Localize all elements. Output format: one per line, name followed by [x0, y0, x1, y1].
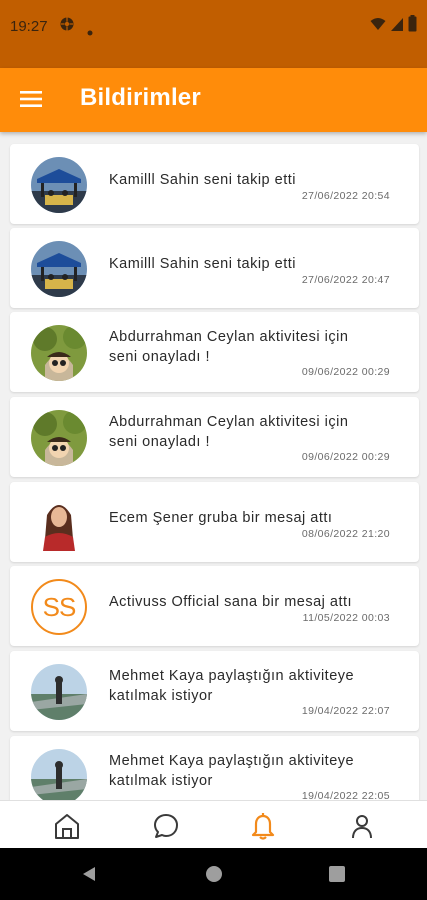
status-bar: 19:27	[0, 0, 427, 68]
avatar	[31, 749, 87, 800]
notification-text: Activuss Official sana bir mesaj attı	[109, 594, 353, 610]
avatar-logo-text: SS	[42, 591, 77, 622]
notification-item[interactable]: Kamilll Sahin seni takip etti 27/06/2022…	[10, 144, 419, 224]
notification-time: 27/06/2022 20:47	[301, 274, 390, 286]
avatar	[31, 410, 87, 466]
notification-item[interactable]: Mehmet Kaya paylaştığın aktiviteye katıl…	[10, 736, 419, 800]
bell-icon[interactable]	[248, 811, 278, 841]
notification-time: 09/06/2022 00:29	[301, 366, 390, 378]
status-time: 19:27	[10, 18, 48, 35]
battery-icon	[408, 15, 417, 37]
notification-time: 11/05/2022 00:03	[302, 612, 390, 624]
home-button-icon[interactable]	[205, 865, 223, 888]
profile-icon[interactable]	[347, 811, 377, 841]
home-icon[interactable]	[52, 811, 82, 841]
notification-item[interactable]: Abdurrahman Ceylan aktivitesi için seni …	[10, 397, 419, 477]
notification-text: Kamilll Sahin seni takip etti	[109, 256, 296, 272]
notification-text: Abdurrahman Ceylan aktivitesi için seni …	[109, 329, 349, 365]
notification-time: 19/04/2022 22:05	[301, 790, 390, 800]
notification-text: Abdurrahman Ceylan aktivitesi için seni …	[109, 414, 349, 450]
notification-item[interactable]: Mehmet Kaya paylaştığın aktiviteye katıl…	[10, 651, 419, 731]
wifi-icon	[370, 16, 386, 37]
avatar: SS	[31, 579, 87, 635]
avatar	[31, 241, 87, 297]
avatar	[41, 495, 77, 551]
bottom-nav	[0, 800, 427, 848]
system-nav-bar	[0, 848, 427, 900]
dot-icon	[87, 23, 93, 41]
recents-icon[interactable]	[329, 866, 345, 887]
notification-list[interactable]: Kamilll Sahin seni takip etti 27/06/2022…	[0, 132, 427, 800]
app-notification-icon	[59, 16, 75, 37]
signal-icon	[390, 16, 404, 37]
avatar	[31, 664, 87, 720]
notification-item[interactable]: SS Activuss Official sana bir mesaj attı…	[10, 566, 419, 646]
menu-icon[interactable]	[20, 88, 42, 110]
notification-text: Ecem Şener gruba bir mesaj attı	[109, 510, 333, 526]
notification-time: 19/04/2022 22:07	[301, 705, 390, 717]
notification-text: Kamilll Sahin seni takip etti	[109, 172, 296, 188]
notification-item[interactable]: Kamilll Sahin seni takip etti 27/06/2022…	[10, 228, 419, 308]
notification-text: Mehmet Kaya paylaştığın aktiviteye katıl…	[109, 753, 355, 789]
app-bar: Bildirimler	[0, 68, 427, 132]
avatar	[31, 157, 87, 213]
page-title: Bildirimler	[80, 84, 201, 111]
chat-icon[interactable]	[151, 811, 181, 841]
back-icon[interactable]	[80, 865, 98, 888]
notification-item[interactable]: Ecem Şener gruba bir mesaj attı 08/06/20…	[10, 482, 419, 562]
notification-text: Mehmet Kaya paylaştığın aktiviteye katıl…	[109, 668, 355, 704]
notification-time: 09/06/2022 00:29	[301, 451, 390, 463]
notification-item[interactable]: Abdurrahman Ceylan aktivitesi için seni …	[10, 312, 419, 392]
notification-time: 27/06/2022 20:54	[301, 190, 390, 202]
notification-time: 08/06/2022 21:20	[301, 528, 390, 540]
avatar	[31, 325, 87, 381]
